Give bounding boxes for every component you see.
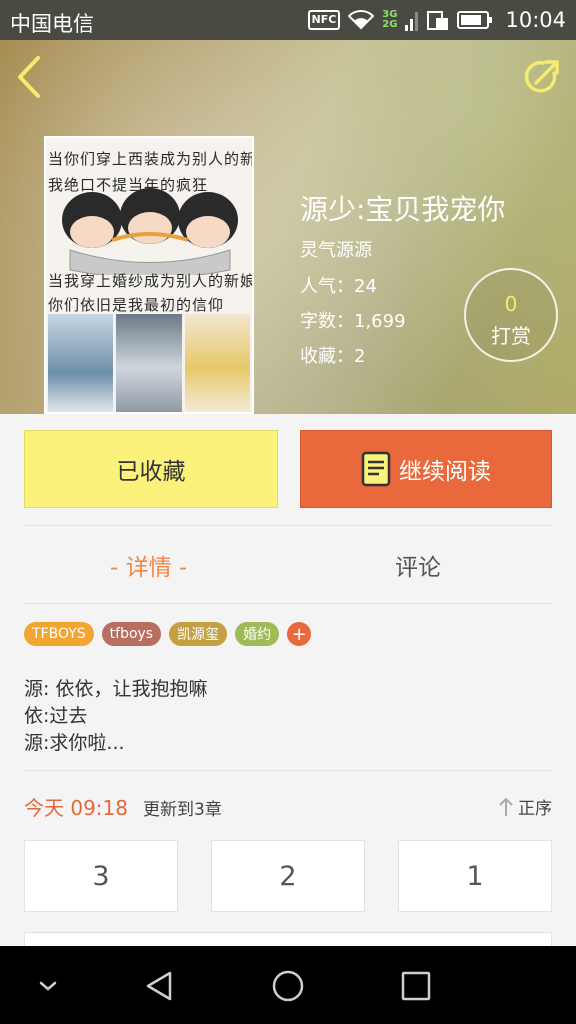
status-icons: NFC 3G 2G 10:04 [307,6,566,34]
tip-count: 0 [504,292,518,316]
update-status: 更新到3章 [143,800,222,820]
tag-chip[interactable]: TFBOYS [24,622,94,646]
cover-photo [184,314,250,412]
network-type: 3G 2G [382,10,397,30]
chapter-button[interactable]: 3 [24,840,178,912]
favorites-stat: 收藏：2 [300,346,366,367]
nav-home-icon[interactable] [268,966,308,1006]
word-count-stat: 字数：1,699 [300,311,406,332]
system-nav-bar [0,946,576,1024]
up-arrow-icon [499,797,513,816]
favorite-button-label: 已收藏 [116,459,186,485]
tab-detail[interactable]: - 详情 - [110,548,187,582]
cover-illustration [62,188,238,275]
tag-chip[interactable]: 婚约 [235,622,280,646]
divider [24,525,552,526]
share-icon[interactable] [522,56,564,98]
divider [24,603,552,604]
sim-icon [427,11,449,30]
tip-button[interactable]: 0 打赏 [464,268,558,362]
nav-recents-icon[interactable] [396,966,436,1006]
sort-order-toggle[interactable]: 正序 [498,794,552,819]
book-author[interactable]: 灵气源源 [300,236,372,262]
tag-chip[interactable]: 凯源玺 [169,622,228,646]
tab-comment[interactable]: 评论 [395,548,441,582]
cover-photo [116,314,182,412]
cover-text-line: 当我穿上婚纱成为别人的新娘 [48,272,254,290]
cover-photo [48,314,114,412]
battery-icon [457,11,493,29]
book-header: 当你们穿上西装成为别人的新郎 我绝口不提当年的疯狂 当我穿上婚纱成为别人的新娘 … [0,40,576,414]
popularity-stat: 人气：24 [300,276,377,297]
nav-down-icon[interactable] [28,966,68,1006]
tip-label: 打赏 [491,324,531,348]
tag-list: TFBOYS tfboys 凯源玺 婚约 + [24,622,312,646]
divider [24,770,552,771]
chapter-button[interactable]: 1 [398,840,552,912]
network-2g-label: 2G [382,19,398,30]
continue-reading-button[interactable]: 继续阅读 [300,430,552,508]
nfc-icon: NFC [307,10,341,30]
chapter-button[interactable]: 2 [211,840,365,912]
clock: 10:04 [505,8,566,32]
sort-order-label: 正序 [518,799,552,819]
signal-icon [405,12,419,31]
book-icon [361,451,391,487]
book-description: 源: 依依，让我抱抱嘛 依:过去 源:求你啦... [24,678,208,754]
wifi-icon [348,10,375,30]
add-tag-button[interactable]: + [287,622,312,646]
cover-photo-strip [48,314,250,412]
carrier-name: 中国电信 [10,12,94,36]
tag-chip[interactable]: tfboys [101,622,162,646]
favorite-button[interactable]: 已收藏 [24,430,278,508]
book-title: 源少:宝贝我宠你 [300,193,506,226]
cover-text-line: 当你们穿上西装成为别人的新郎 [48,150,254,168]
update-time: 今天 09:18 [24,796,128,820]
book-cover[interactable]: 当你们穿上西装成为别人的新郎 我绝口不提当年的疯狂 当我穿上婚纱成为别人的新娘 … [44,136,254,414]
cover-text-line: 你们依旧是我最初的信仰 [48,296,225,314]
continue-reading-label: 继续阅读 [399,459,491,485]
nav-back-icon[interactable] [140,966,180,1006]
status-bar: 中国电信 NFC 3G 2G 10:04 [0,0,576,40]
back-chevron-icon[interactable] [10,54,50,100]
